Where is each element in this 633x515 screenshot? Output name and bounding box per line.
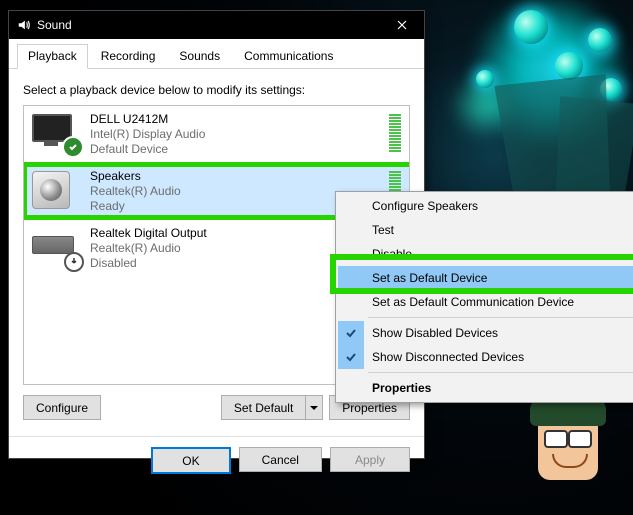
menu-disable[interactable]: Disable [338, 242, 633, 266]
monitor-icon [32, 112, 80, 154]
device-item[interactable]: DELL U2412M Intel(R) Display Audio Defau… [24, 106, 409, 163]
level-meter [389, 112, 401, 152]
cartoon-avatar [538, 410, 598, 480]
set-default-button[interactable]: Set Default [221, 395, 323, 420]
chevron-down-icon [310, 404, 318, 412]
ok-button[interactable]: OK [151, 447, 230, 474]
tab-communications[interactable]: Communications [233, 44, 344, 69]
device-driver: Intel(R) Display Audio [90, 127, 401, 142]
sound-icon [17, 18, 31, 32]
instruction-text: Select a playback device below to modify… [23, 83, 410, 97]
menu-show-disabled[interactable]: Show Disabled Devices [338, 321, 633, 345]
device-name: Speakers [90, 169, 401, 184]
tab-playback[interactable]: Playback [17, 44, 88, 69]
set-default-label[interactable]: Set Default [221, 395, 305, 420]
close-icon [397, 20, 407, 30]
context-menu[interactable]: Configure Speakers Test Disable Set as D… [335, 191, 633, 403]
menu-configure-speakers[interactable]: Configure Speakers [338, 194, 633, 218]
check-icon [338, 345, 364, 369]
apply-button[interactable]: Apply [330, 447, 410, 472]
menu-separator [368, 372, 633, 373]
tab-strip: Playback Recording Sounds Communications [9, 39, 424, 69]
menu-separator [368, 317, 633, 318]
configure-button[interactable]: Configure [23, 395, 101, 420]
menu-set-default-comm-device[interactable]: Set as Default Communication Device [338, 290, 633, 314]
menu-show-disconnected[interactable]: Show Disconnected Devices [338, 345, 633, 369]
check-icon [338, 321, 364, 345]
close-button[interactable] [379, 11, 424, 39]
titlebar[interactable]: Sound [9, 11, 424, 39]
menu-set-default-device[interactable]: Set as Default Device [338, 266, 633, 290]
digital-output-icon [32, 226, 80, 268]
menu-item-label: Show Disconnected Devices [372, 350, 524, 364]
tab-recording[interactable]: Recording [90, 44, 167, 69]
window-title: Sound [37, 18, 379, 32]
set-default-dropdown[interactable] [305, 395, 323, 420]
speaker-icon [32, 169, 80, 211]
menu-item-label: Show Disabled Devices [372, 326, 498, 340]
device-status: Default Device [90, 142, 401, 157]
cancel-button[interactable]: Cancel [239, 447, 322, 472]
device-name: DELL U2412M [90, 112, 401, 127]
tab-sounds[interactable]: Sounds [168, 44, 231, 69]
menu-properties[interactable]: Properties [338, 376, 633, 400]
menu-test[interactable]: Test [338, 218, 633, 242]
